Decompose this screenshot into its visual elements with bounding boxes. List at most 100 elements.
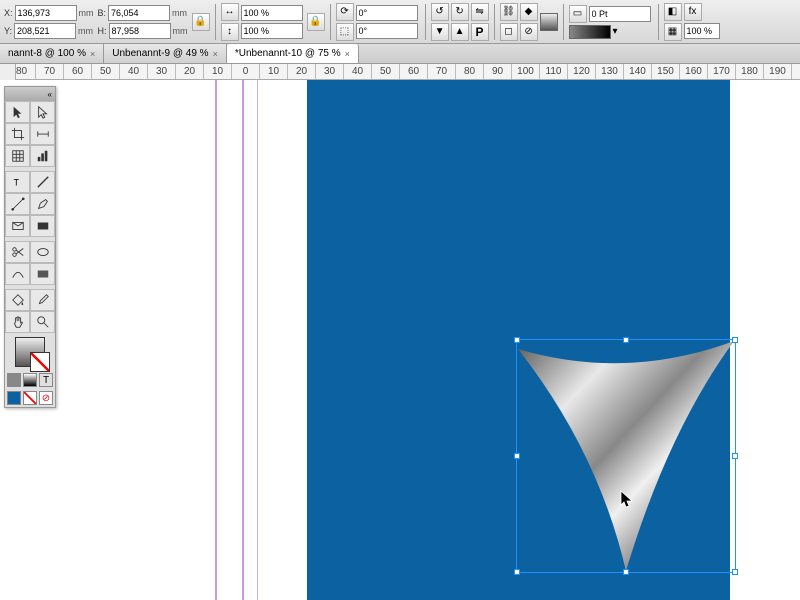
document-tabs: nannt-8 @ 100 %× Unbenannt-9 @ 49 % × *Un…	[0, 44, 800, 64]
none-icon[interactable]: ⊘	[520, 23, 538, 41]
ruler-tick: 40	[344, 64, 372, 79]
x-input[interactable]	[15, 5, 77, 21]
tab-doc-8[interactable]: nannt-8 @ 100 %×	[0, 44, 104, 63]
svg-text:T: T	[13, 178, 19, 188]
ruler-tick: 70	[428, 64, 456, 79]
scale-h-icon[interactable]: ↔	[221, 3, 239, 21]
scale-y-input[interactable]	[241, 23, 303, 39]
ruler-tick: 70	[36, 64, 64, 79]
wrap-icon[interactable]: ◧	[664, 3, 682, 21]
pick-tool[interactable]	[5, 101, 30, 123]
knife-tool[interactable]	[5, 263, 30, 285]
zoom-tool[interactable]	[30, 311, 55, 333]
to-back-icon[interactable]: ▼	[431, 23, 449, 41]
chart-tool[interactable]	[30, 145, 55, 167]
skew-icon[interactable]: ⬚	[336, 23, 354, 41]
color-wells	[5, 333, 55, 371]
mode-text[interactable]: T	[39, 373, 53, 387]
dropdown-icon[interactable]: ▾	[613, 26, 618, 37]
lock-aspect-icon[interactable]: 🔒	[192, 13, 210, 31]
guide-line	[215, 80, 217, 600]
close-icon[interactable]: ×	[213, 49, 218, 59]
ruler-tick: 170	[708, 64, 736, 79]
opacity-input[interactable]	[684, 23, 720, 39]
fill-tool[interactable]	[5, 289, 30, 311]
ruler-tick: 80	[456, 64, 484, 79]
h-label: H:	[98, 26, 107, 36]
to-front-icon[interactable]: ▲	[451, 23, 469, 41]
scale-x-input[interactable]	[241, 5, 303, 21]
rotate-input[interactable]	[356, 5, 418, 21]
scissors-tool[interactable]	[5, 241, 30, 263]
tab-doc-9[interactable]: Unbenannt-9 @ 49 % ×	[104, 44, 227, 63]
ruler-tick: 30	[148, 64, 176, 79]
pen-tool[interactable]	[30, 193, 55, 215]
outline-width-input[interactable]	[589, 6, 651, 22]
ruler-tick: 50	[92, 64, 120, 79]
rotate-ccw-icon[interactable]: ↺	[431, 3, 449, 21]
transform-toolbar: X:mm Y:mm B:mm H:mm 🔒 ↔ ↕ 🔒 ⟳ ⬚ ↺ ↻ ⇋ ▼ …	[0, 0, 800, 44]
envelope-tool[interactable]	[5, 215, 30, 237]
combine-icon[interactable]: ◆	[520, 3, 538, 21]
ruler-tick: 80	[8, 64, 36, 79]
line-tool[interactable]	[5, 193, 30, 215]
palette-blue[interactable]	[7, 391, 21, 405]
star-shape[interactable]	[518, 341, 734, 571]
graph-paper-tool[interactable]	[5, 145, 30, 167]
freehand-tool[interactable]	[30, 171, 55, 193]
w-input[interactable]	[108, 5, 170, 21]
x-unit: mm	[79, 8, 94, 18]
scale-v-icon[interactable]: ↕	[221, 23, 239, 41]
outline-color-swatch[interactable]	[569, 25, 611, 39]
ruler-tick: 40	[120, 64, 148, 79]
y-input[interactable]	[14, 23, 76, 39]
align-icon[interactable]: ⛓	[500, 3, 518, 21]
tab-label: Unbenannt-9 @ 49 %	[112, 48, 208, 59]
fill-gradient-icon[interactable]	[540, 13, 558, 31]
hand-tool[interactable]	[5, 311, 30, 333]
ruler-tick: 180	[736, 64, 764, 79]
w-unit: mm	[172, 8, 187, 18]
horizontal-ruler[interactable]: 8070605040302010010203040506070809010011…	[0, 64, 800, 80]
outline-width-icon[interactable]: ▭	[569, 5, 587, 23]
flip-h-icon[interactable]: ⇋	[471, 3, 489, 21]
mode-solid[interactable]	[7, 373, 21, 387]
grid-icon[interactable]: ▦	[664, 23, 682, 41]
tab-doc-10[interactable]: *Unbenannt-10 @ 75 %×	[227, 44, 359, 63]
canvas[interactable]	[0, 80, 800, 600]
toolbox: « T T ⊘	[4, 86, 56, 408]
ruler-tick: 130	[596, 64, 624, 79]
rectangle-tool[interactable]	[30, 215, 55, 237]
text-tool[interactable]: T	[5, 171, 30, 193]
w-label: B:	[98, 8, 107, 18]
pick-white-tool[interactable]	[30, 101, 55, 123]
mode-gradient[interactable]	[23, 373, 37, 387]
rotate-icon[interactable]: ⟳	[336, 3, 354, 21]
ruler-tick: 20	[288, 64, 316, 79]
palette-none[interactable]: ⊘	[39, 391, 53, 405]
close-icon[interactable]: ×	[90, 49, 95, 59]
stroke-swatch[interactable]	[30, 352, 50, 372]
ruler-tick: 160	[680, 64, 708, 79]
lock-scale-icon[interactable]: 🔒	[307, 13, 325, 31]
outline-icon[interactable]: ◻	[500, 23, 518, 41]
palette-diag[interactable]	[23, 391, 37, 405]
rotate-cw-icon[interactable]: ↻	[451, 3, 469, 21]
ruler-tick: 20	[176, 64, 204, 79]
close-icon[interactable]: ×	[345, 49, 350, 59]
toolbox-collapse-icon[interactable]: «	[5, 87, 55, 101]
fill-swatch[interactable]	[15, 337, 45, 367]
ruler-tick: 30	[316, 64, 344, 79]
guide-line	[242, 80, 244, 600]
dimension-tool[interactable]	[30, 123, 55, 145]
eyedropper-tool[interactable]	[30, 289, 55, 311]
ellipse-tool[interactable]	[30, 241, 55, 263]
rect-fill-tool[interactable]	[30, 263, 55, 285]
paragraph-icon[interactable]: P	[471, 23, 489, 41]
skew-input[interactable]	[356, 23, 418, 39]
h-input[interactable]	[109, 23, 171, 39]
ruler-tick: 60	[400, 64, 428, 79]
effects-icon[interactable]: fx	[684, 3, 702, 21]
x-label: X:	[4, 8, 13, 18]
crop-tool[interactable]	[5, 123, 30, 145]
